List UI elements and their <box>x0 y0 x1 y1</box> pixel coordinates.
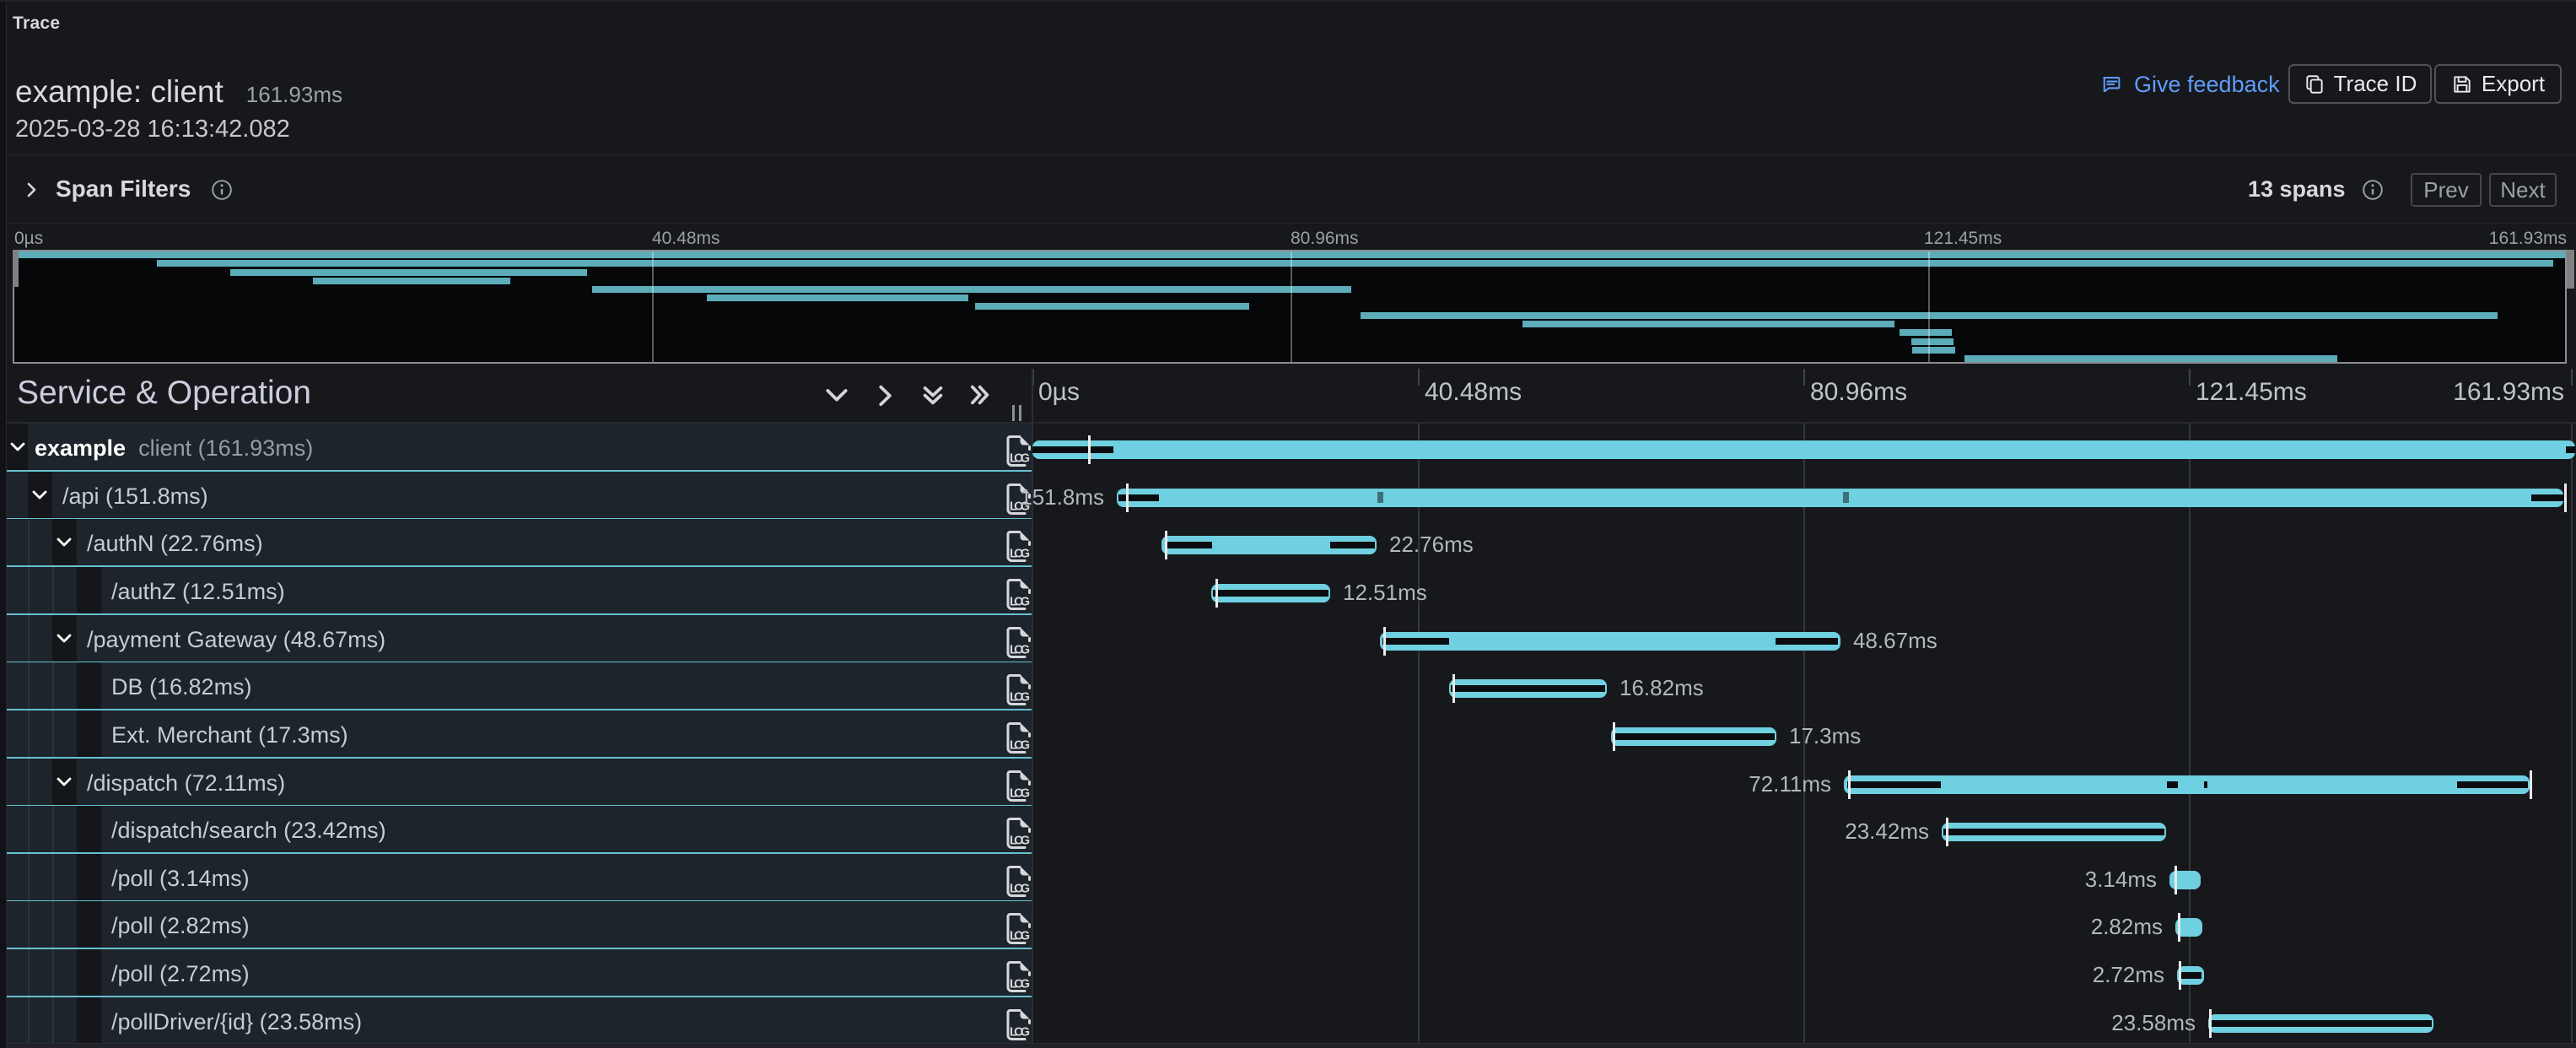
svg-text:LOG: LOG <box>1010 548 1030 561</box>
svg-text:LOG: LOG <box>1010 835 1030 848</box>
svg-text:LOG: LOG <box>1010 644 1030 657</box>
svg-text:LOG: LOG <box>1010 787 1030 801</box>
svg-text:LOG: LOG <box>1010 930 1030 943</box>
svg-text:LOG: LOG <box>1010 596 1030 609</box>
svg-text:LOG: LOG <box>1010 691 1030 705</box>
svg-text:LOG: LOG <box>1010 452 1030 466</box>
svg-text:LOG: LOG <box>1010 883 1030 896</box>
svg-text:LOG: LOG <box>1010 739 1030 753</box>
svg-text:LOG: LOG <box>1010 978 1030 991</box>
svg-text:LOG: LOG <box>1010 1026 1030 1040</box>
